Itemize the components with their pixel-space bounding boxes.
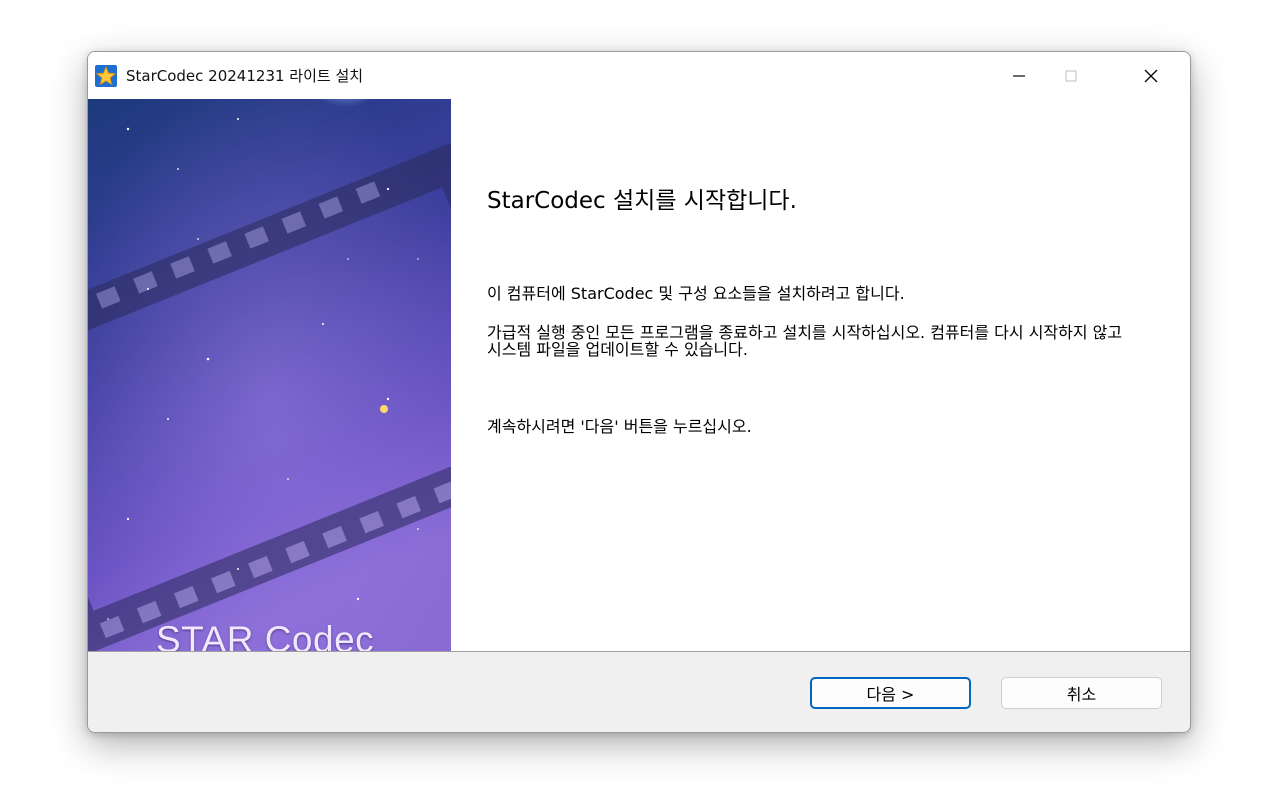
installer-window: StarCodec 20241231 라이트 설치 STAR Codec Sta… — [87, 51, 1191, 733]
window-title: StarCodec 20241231 라이트 설치 — [126, 67, 364, 85]
title-bar[interactable]: StarCodec 20241231 라이트 설치 — [88, 52, 1190, 99]
maximize-button[interactable] — [1048, 52, 1094, 99]
intro-text: 이 컴퓨터에 StarCodec 및 구성 요소들을 설치하려고 합니다. — [487, 284, 905, 303]
close-icon — [1144, 69, 1158, 82]
instructions-text: 가급적 실행 중인 모든 프로그램을 종료하고 설치를 시작하십시오. 컴퓨터를… — [487, 323, 1123, 359]
minimize-button[interactable] — [996, 52, 1042, 99]
welcome-content: StarCodec 설치를 시작합니다. 이 컴퓨터에 StarCodec 및 … — [451, 99, 1190, 651]
button-bar: 다음 > 취소 — [88, 651, 1190, 732]
next-button[interactable]: 다음 > — [810, 677, 971, 709]
close-button[interactable] — [1128, 52, 1174, 99]
star-app-icon — [95, 65, 117, 87]
maximize-icon — [1065, 70, 1077, 81]
continue-hint-text: 계속하시려면 '다음' 버튼을 누르십시오. — [487, 417, 752, 436]
page-title: StarCodec 설치를 시작합니다. — [487, 188, 797, 214]
welcome-banner-image: STAR Codec — [88, 99, 451, 651]
star-codec-logo-text: STAR Codec — [156, 619, 375, 651]
minimize-icon — [1013, 74, 1025, 77]
cancel-button[interactable]: 취소 — [1001, 677, 1162, 709]
